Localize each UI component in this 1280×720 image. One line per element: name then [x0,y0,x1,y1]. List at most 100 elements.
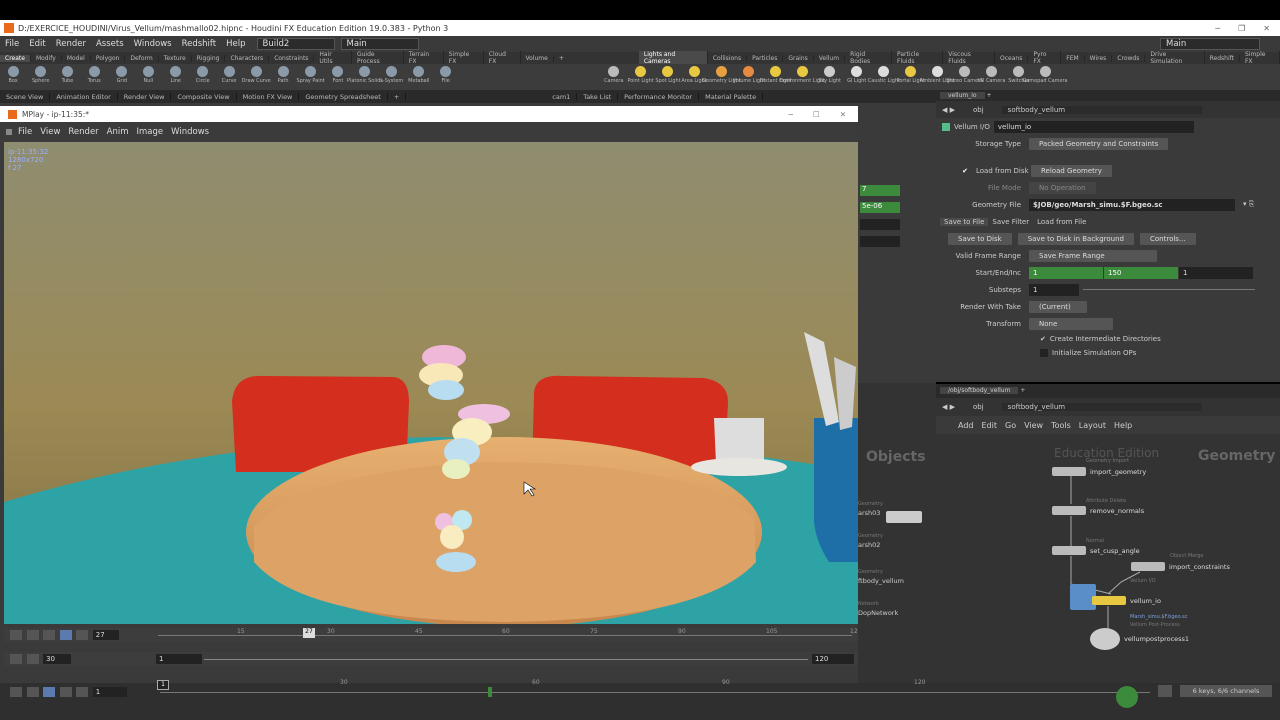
tool-draw-curve[interactable]: Draw Curve [242,64,271,90]
fps-field[interactable]: 30 [43,654,72,664]
start-frame-field[interactable]: 1 [1029,266,1103,279]
mplay-menu-icon[interactable] [6,129,12,135]
close-icon[interactable]: ✕ [1263,24,1270,33]
shelf-tab[interactable]: Deform [125,54,159,62]
tool-gi-light[interactable]: GI Light [843,64,870,90]
tab-scene-view[interactable]: Scene View [0,92,51,101]
tool-portal-light[interactable]: Portal Light [896,64,925,90]
tab-composite-view[interactable]: Composite View [171,92,237,101]
node-name-field[interactable]: vellum_io [993,120,1194,133]
global-timeline[interactable]: 1 1 30 60 90 120 6 keys, 6/6 channels [0,679,1280,720]
tool-metaball[interactable]: Metaball [405,64,432,90]
tab-render-view[interactable]: Render View [118,92,172,101]
node-label[interactable]: arsh03 [858,509,880,517]
range-start-field[interactable]: 1 [156,654,202,664]
shelf-tab[interactable]: Particle Fluids [892,51,944,65]
tool-grid[interactable]: Grid [108,64,135,90]
render-take-dropdown[interactable]: (Current) [1029,300,1087,313]
path-obj[interactable]: obj [973,106,984,114]
shelf-tab[interactable]: Collisions [708,54,748,62]
shelf-tab[interactable]: Wires [1085,54,1113,62]
shelf-tab[interactable]: Create [0,54,31,62]
value-field[interactable] [860,219,900,230]
build-selector[interactable]: Build2 [256,38,335,50]
node-import-geometry[interactable]: import_geometry [1052,467,1146,476]
menu-render[interactable]: Render [51,39,91,49]
tool-path[interactable]: Path [270,64,297,90]
shelf-tab[interactable]: Pyro FX [1028,51,1062,65]
tool-spot-light[interactable]: Spot Light [654,64,681,90]
node-import-constraints[interactable]: import_constraints [1131,562,1230,571]
reload-geometry-button[interactable]: Reload Geometry [1031,164,1112,177]
shelf-tab[interactable]: FEM [1061,54,1085,62]
path-node[interactable]: softbody_vellum [1001,105,1202,114]
storage-type-dropdown[interactable]: Packed Geometry and Constraints [1029,137,1169,150]
add-shelf-tab-icon[interactable]: + [554,55,569,62]
tool-switcher[interactable]: Switcher [1005,64,1032,90]
node-label[interactable]: arsh02 [858,541,880,549]
render-viewport[interactable] [4,142,858,624]
auto-key-icon[interactable] [1116,686,1138,708]
tool-file[interactable]: File [432,64,459,90]
net-menu-edit[interactable]: Edit [982,421,998,430]
mplay-menu-anim[interactable]: Anim [103,127,133,137]
node-label[interactable]: DopNetwork [858,609,898,617]
tool-stereo-camera[interactable]: Stereo Camera [946,64,983,90]
playhead[interactable]: 27 [303,628,315,638]
path-obj[interactable]: obj [973,403,984,411]
tool-tube[interactable]: Tube [54,64,81,90]
maximize-icon[interactable]: ☐ [813,110,820,119]
load-from-disk-checkbox[interactable]: ✔ [962,167,968,175]
node-remove-normals[interactable]: remove_normals [1052,506,1144,515]
menu-file[interactable]: File [0,39,24,49]
net-menu-go[interactable]: Go [1005,421,1016,430]
tool-environment-light[interactable]: Environment Light [780,64,825,90]
create-dirs-checkbox[interactable]: ✔ [1040,335,1046,343]
node-set-cusp-angle[interactable]: set_cusp_angle [1052,546,1140,555]
shelf-tab[interactable]: Lights and Cameras [638,51,708,65]
tab-material-palette[interactable]: Material Palette [699,92,764,101]
tool-volume-light[interactable]: Volume Light [732,64,765,90]
network-canvas[interactable]: Education Edition Geometry Geometry Impo… [936,434,1280,684]
net-menu-add[interactable]: Add [958,421,974,430]
add-pane-tab-icon[interactable]: + [388,92,407,101]
tool-area-light[interactable]: Area Light [681,64,708,90]
right-desktop-selector[interactable]: Main [1160,38,1260,50]
node-vellum-postprocess[interactable]: vellumpostprocess1 [1090,628,1189,650]
tool-geometry-light[interactable]: Geometry Light [702,64,741,90]
tool-distant-light[interactable]: Distant Light [760,64,791,90]
shelf-tab[interactable]: Volume [521,54,554,62]
tool-platonic[interactable]: Platonic Solids [347,64,382,90]
shelf-tab[interactable]: Model [62,54,91,62]
stop-icon[interactable] [43,630,56,640]
net-menu-layout[interactable]: Layout [1079,421,1106,430]
substeps-field[interactable]: 1 [1029,283,1079,296]
node-vellum-io[interactable]: vellum_io [1092,596,1161,605]
node-label[interactable]: ftbody_vellum [858,577,904,585]
menu-edit[interactable]: Edit [24,39,50,49]
node-tile[interactable] [886,511,922,523]
play-back-icon[interactable] [26,630,39,640]
net-menu-view[interactable]: View [1024,421,1043,430]
play-icon[interactable] [59,687,72,697]
net-menu-help[interactable]: Help [1114,421,1132,430]
tab-animation-editor[interactable]: Animation Editor [50,92,118,101]
end-frame-field[interactable]: 150 [1104,266,1178,279]
tab-network[interactable]: /obj/softbody_vellum [940,387,1019,394]
file-browse-icon[interactable]: ▾ ⎘ [1243,200,1254,209]
shelf-tab[interactable]: Crowds [1112,54,1146,62]
tool-line[interactable]: Line [162,64,189,90]
tool-spray-paint[interactable]: Spray Paint [296,64,325,90]
value-field[interactable] [860,236,900,247]
stop-icon[interactable] [43,687,56,697]
substeps-slider[interactable] [1083,289,1255,290]
shelf-tab[interactable]: Modify [31,54,62,62]
tool-torus[interactable]: Torus [81,64,108,90]
tool-vr-camera[interactable]: VR Camera [978,64,1005,90]
range-end-field[interactable]: 120 [812,654,854,664]
file-mode-dropdown[interactable]: No Operation [1029,181,1096,194]
path-node[interactable]: softbody_vellum [1001,403,1202,411]
save-to-disk-button[interactable]: Save to Disk [948,232,1012,245]
mplay-menu-windows[interactable]: Windows [167,127,213,137]
global-playhead[interactable]: 1 [157,680,169,690]
